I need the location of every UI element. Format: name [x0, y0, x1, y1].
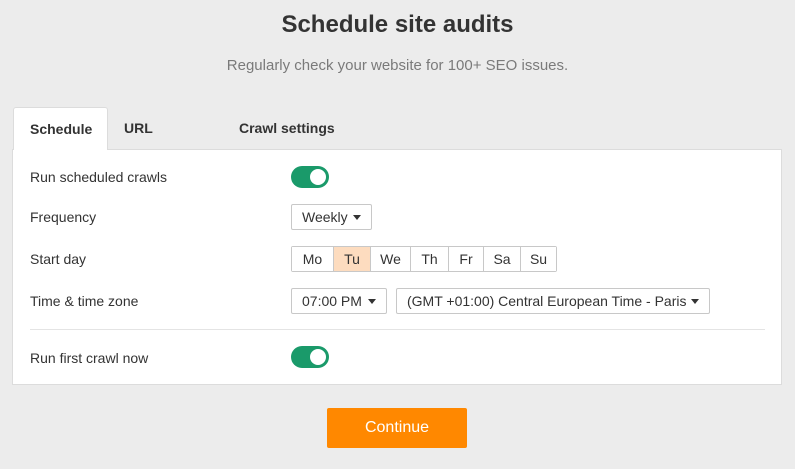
- start-day-label: Start day: [30, 251, 87, 267]
- time-value: 07:00 PM: [302, 293, 362, 309]
- day-su[interactable]: Su: [520, 247, 556, 271]
- timezone-select[interactable]: (GMT +01:00) Central European Time - Par…: [396, 288, 710, 314]
- day-we[interactable]: We: [370, 247, 410, 271]
- tab-crawl-settings[interactable]: Crawl settings: [223, 107, 353, 149]
- run-first-crawl-toggle[interactable]: [291, 346, 329, 368]
- run-first-crawl-label: Run first crawl now: [30, 350, 149, 366]
- frequency-label: Frequency: [30, 209, 97, 225]
- tab-bar: Schedule URL sources Crawl settings: [13, 107, 353, 178]
- frequency-select[interactable]: Weekly: [291, 204, 372, 230]
- chevron-down-icon: [353, 215, 361, 220]
- continue-button[interactable]: Continue: [327, 408, 467, 448]
- start-day-picker: Mo Tu We Th Fr Sa Su: [291, 246, 557, 272]
- day-th[interactable]: Th: [410, 247, 448, 271]
- day-fr[interactable]: Fr: [448, 247, 483, 271]
- chevron-down-icon: [368, 299, 376, 304]
- toggle-knob: [310, 349, 326, 365]
- day-mo[interactable]: Mo: [292, 247, 333, 271]
- chevron-down-icon: [691, 299, 699, 304]
- toggle-knob: [310, 169, 326, 185]
- frequency-value: Weekly: [302, 209, 348, 225]
- page-title: Schedule site audits: [281, 11, 514, 38]
- timezone-value: (GMT +01:00) Central European Time - Par…: [407, 293, 687, 309]
- time-select[interactable]: 07:00 PM: [291, 288, 387, 314]
- day-tu[interactable]: Tu: [333, 247, 370, 271]
- time-timezone-label: Time & time zone: [30, 293, 139, 309]
- run-scheduled-crawls-toggle[interactable]: [291, 166, 329, 188]
- day-sa[interactable]: Sa: [483, 247, 520, 271]
- divider: [30, 329, 765, 330]
- schedule-panel: Run scheduled crawls Frequency Weekly St…: [12, 149, 782, 385]
- page-subtitle: Regularly check your website for 100+ SE…: [226, 57, 569, 74]
- tab-url-sources[interactable]: URL sources: [108, 107, 223, 178]
- tab-schedule[interactable]: Schedule: [13, 107, 108, 150]
- run-scheduled-crawls-label: Run scheduled crawls: [30, 169, 167, 185]
